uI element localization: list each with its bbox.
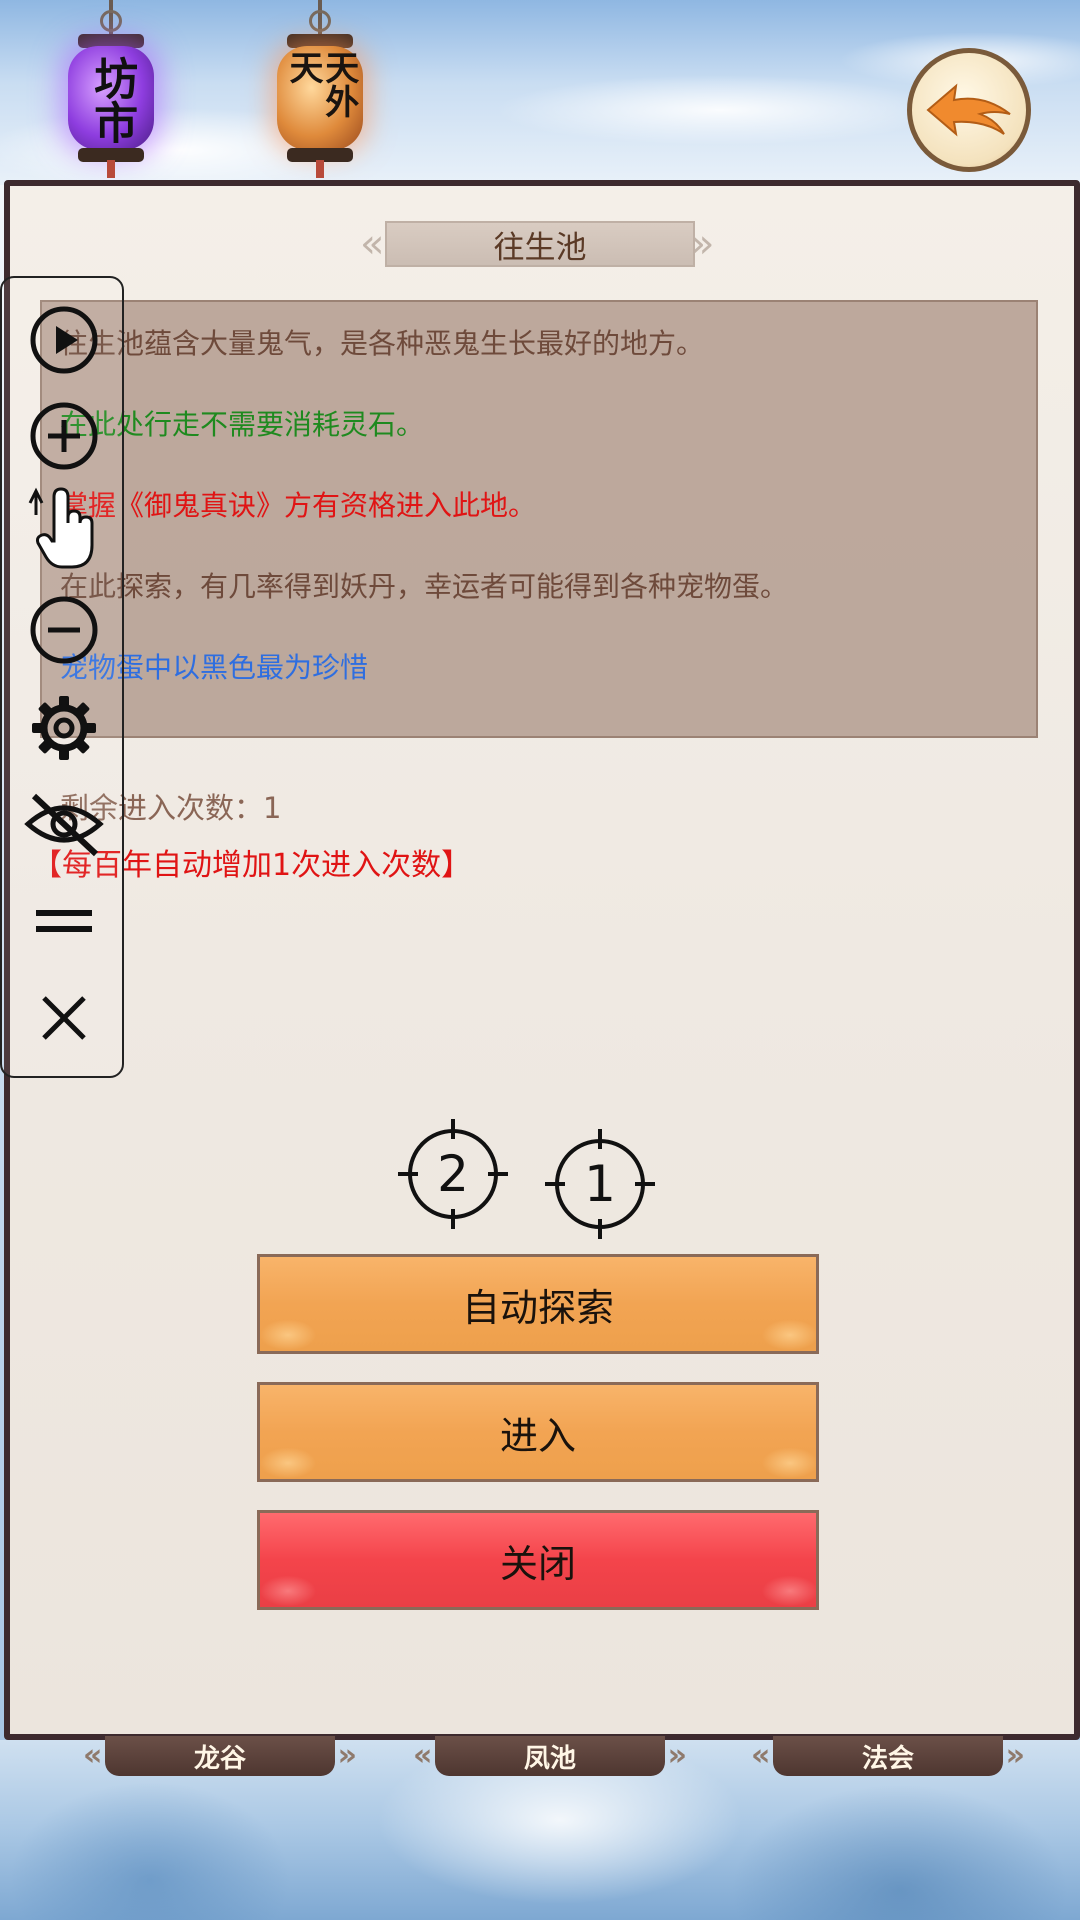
play-icon (30, 306, 98, 374)
play-button[interactable] (24, 300, 104, 380)
tab-label: 龙谷 (193, 1743, 246, 1774)
lantern-tianwaitian[interactable]: 天外天 (265, 0, 375, 180)
chevron-right-icon: » (337, 1738, 357, 1773)
lantern-ring (100, 10, 122, 32)
menu-button[interactable] (24, 882, 104, 962)
gear-icon (32, 696, 96, 760)
settings-button[interactable] (24, 688, 104, 768)
back-button[interactable] (907, 48, 1031, 172)
close-icon (42, 996, 86, 1040)
enter-button[interactable]: 进入 (257, 1382, 819, 1482)
eye-off-icon (24, 793, 104, 857)
crosshair-target-1[interactable]: 1 (545, 1129, 655, 1239)
lantern-label: 坊市 (86, 56, 138, 144)
auto-explore-button[interactable]: 自动探索 (257, 1254, 819, 1354)
chevron-left-icon: « (751, 1738, 771, 1773)
chevron-right-icon: » (667, 1738, 687, 1773)
zoom-in-icon (30, 402, 98, 470)
lantern-label: 天外天 (283, 50, 359, 118)
tab-fahui[interactable]: « 法会 » (751, 1736, 1025, 1776)
tab-longgu[interactable]: « 龙谷 » (83, 1736, 357, 1776)
back-arrow-icon (926, 83, 1011, 137)
close-tool-button[interactable] (24, 978, 104, 1058)
floating-tool-panel (0, 276, 124, 1078)
tab-label: 凤池 (523, 1743, 576, 1774)
equals-icon (36, 910, 92, 932)
close-button[interactable]: 关闭 (257, 1510, 819, 1610)
hide-button[interactable] (24, 784, 104, 864)
description-line-3: 掌握《御鬼真诀》方有资格进入此地。 (60, 489, 537, 522)
zoom-in-button[interactable] (24, 396, 104, 476)
description-line-1: 往生池蕴含大量鬼气，是各种恶鬼生长最好的地方。 (60, 327, 705, 360)
chevron-left-icon: « (413, 1738, 433, 1773)
zoom-out-icon (30, 596, 98, 664)
target-number: 2 (437, 1145, 469, 1203)
chevron-right-icon: » (1005, 1738, 1025, 1773)
touch-icon (28, 487, 94, 569)
tab-label: 法会 (861, 1743, 914, 1774)
crosshair-target-2[interactable]: 2 (398, 1119, 508, 1229)
lantern-fangshi[interactable]: 坊市 (56, 0, 166, 180)
target-number: 1 (584, 1155, 616, 1213)
lantern-ring (309, 10, 331, 32)
zoom-out-button[interactable] (24, 590, 104, 670)
description-line-4: 在此探索，有几率得到妖丹，幸运者可能得到各种宠物蛋。 (60, 570, 789, 603)
lantern-tassel (107, 160, 115, 178)
lantern-tassel (316, 160, 324, 178)
chevron-left-icon: « (83, 1738, 103, 1773)
tab-fengchi[interactable]: « 凤池 » (413, 1736, 687, 1776)
touch-button[interactable] (24, 487, 104, 569)
dialog-title: 往生池 (385, 221, 695, 267)
chevron-left-icon: « (360, 221, 385, 267)
